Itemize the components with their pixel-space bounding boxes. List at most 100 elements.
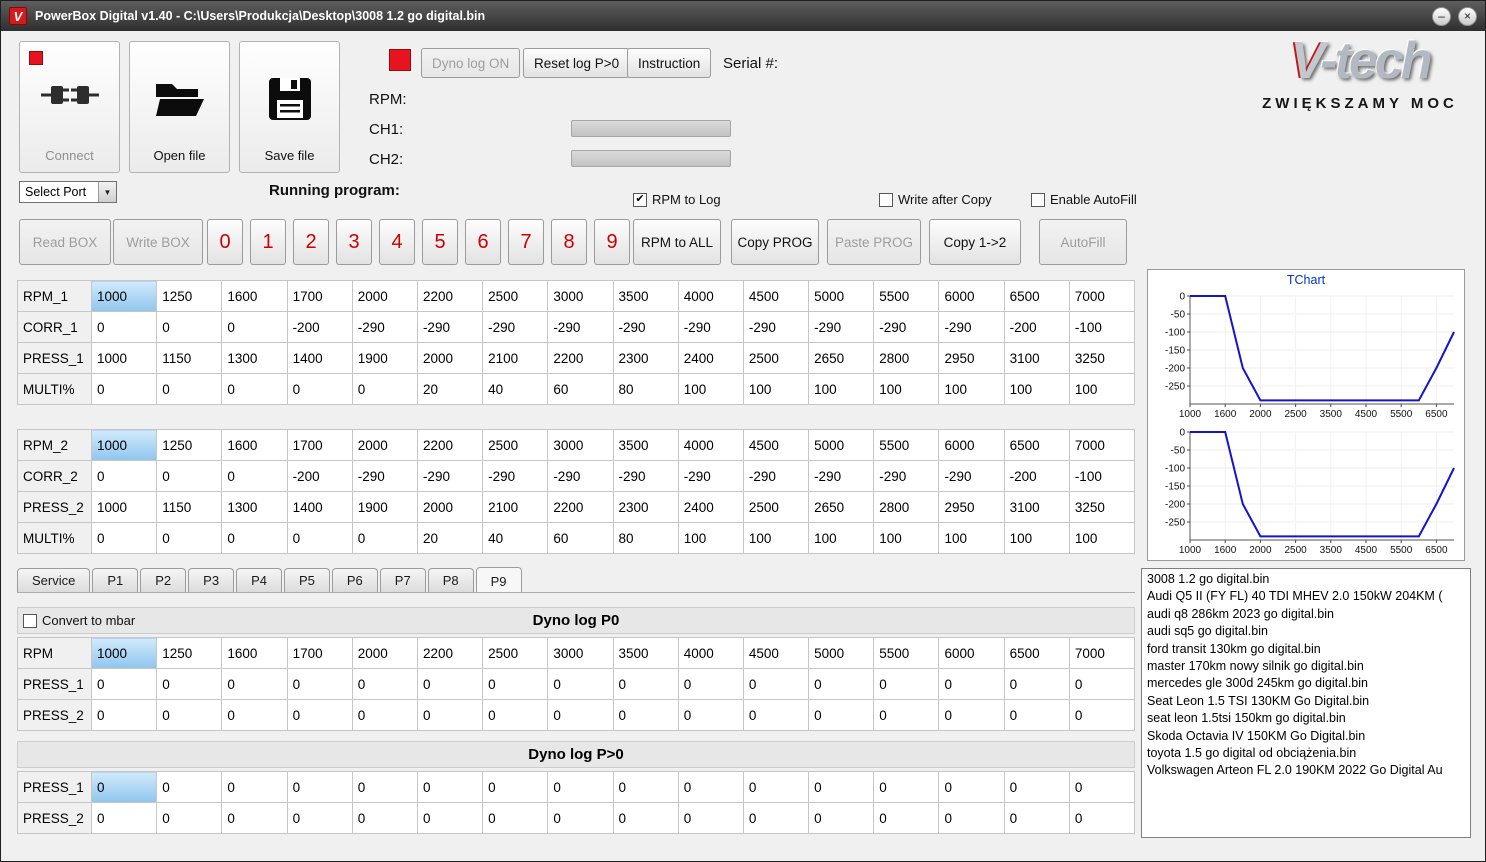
grid-cell[interactable]: 7000	[1068, 637, 1136, 669]
tab-p8[interactable]: P8	[427, 568, 474, 592]
grid-cell[interactable]: 0	[482, 699, 549, 731]
grid-cell[interactable]: -290	[938, 460, 1005, 492]
grid-cell[interactable]: 0	[156, 668, 223, 700]
grid-cell[interactable]: 0	[156, 699, 223, 731]
grid-cell[interactable]: 1000	[90, 637, 158, 669]
grid-cell[interactable]: 0	[90, 771, 158, 803]
file-list-item[interactable]: mercedes gle 300d 245km go digital.bin	[1147, 675, 1470, 692]
file-list-item[interactable]: Audi Q5 II (FY FL) 40 TDI MHEV 2.0 150kW…	[1147, 588, 1470, 605]
grid-cell[interactable]: -200	[1003, 311, 1070, 343]
grid-cell[interactable]: 1400	[286, 342, 353, 374]
file-list-item[interactable]: toyota 1.5 go digital od obciążenia.bin	[1147, 745, 1470, 762]
grid-cell[interactable]: -290	[677, 460, 744, 492]
grid-cell[interactable]: 5500	[873, 637, 940, 669]
grid-cell[interactable]: 0	[351, 771, 418, 803]
grid-cell[interactable]: -290	[482, 311, 549, 343]
grid-cell[interactable]: 2000	[351, 280, 418, 312]
grid-cell[interactable]: 0	[742, 802, 810, 834]
grid-cell[interactable]: 1250	[156, 637, 223, 669]
grid-cell[interactable]: 100	[1068, 522, 1136, 554]
grid-cell[interactable]: -100	[1068, 311, 1136, 343]
read-box-button[interactable]: Read BOX	[19, 219, 111, 265]
grid-cell[interactable]: -290	[873, 460, 940, 492]
grid-cell[interactable]: 0	[612, 668, 679, 700]
grid-cell[interactable]: 4500	[742, 637, 810, 669]
grid-cell[interactable]: 0	[1068, 771, 1136, 803]
grid-cell[interactable]: 0	[547, 771, 614, 803]
grid-cell[interactable]: 20	[416, 522, 484, 554]
grid-cell[interactable]: 0	[156, 802, 223, 834]
grid-cell[interactable]: 0	[221, 311, 288, 343]
grid-cell[interactable]: 2200	[416, 280, 484, 312]
instruction-button[interactable]: Instruction	[627, 48, 712, 78]
grid-cell[interactable]: 1250	[156, 429, 223, 461]
grid-cell[interactable]: 0	[416, 668, 484, 700]
grid-cell[interactable]: 100	[1068, 373, 1136, 405]
grid-cell[interactable]: 0	[90, 668, 158, 700]
grid-cell[interactable]: -290	[938, 311, 1005, 343]
grid-cell[interactable]: 0	[221, 771, 288, 803]
grid-cell[interactable]: 100	[742, 373, 810, 405]
grid-cell[interactable]: 1700	[286, 280, 353, 312]
grid-cell[interactable]: 0	[156, 311, 223, 343]
write-after-copy-checkbox[interactable]: Write after Copy	[879, 192, 992, 207]
grid-cell[interactable]: 0	[1003, 668, 1070, 700]
select-port-dropdown[interactable]: Select Port ▼	[19, 181, 117, 203]
grid-cell[interactable]: 2650	[808, 342, 875, 374]
open-file-button[interactable]: Open file	[129, 41, 230, 173]
digit-button-5[interactable]: 5	[422, 219, 458, 265]
grid-cell[interactable]: 2800	[873, 342, 940, 374]
grid-cell[interactable]: 2500	[482, 637, 549, 669]
grid-cell[interactable]: 0	[808, 668, 875, 700]
copy-1-to-2-button[interactable]: Copy 1->2	[929, 219, 1021, 265]
convert-to-mbar-checkbox[interactable]: Convert to mbar	[23, 613, 135, 628]
grid-cell[interactable]: 0	[677, 802, 744, 834]
grid-cell[interactable]: 0	[90, 802, 158, 834]
grid-cell[interactable]: 1000	[90, 342, 158, 374]
grid-cell[interactable]: 0	[351, 802, 418, 834]
grid-cell[interactable]: 6000	[938, 280, 1005, 312]
grid-cell[interactable]: 0	[156, 460, 223, 492]
grid-cell[interactable]: 0	[286, 373, 353, 405]
grid-cell[interactable]: 0	[938, 699, 1005, 731]
grid-cell[interactable]: 6500	[1003, 280, 1070, 312]
tab-p6[interactable]: P6	[331, 568, 378, 592]
grid-cell[interactable]: -290	[742, 460, 810, 492]
grid-cell[interactable]: 0	[808, 771, 875, 803]
grid-cell[interactable]: 100	[873, 373, 940, 405]
grid-cell[interactable]: 0	[677, 771, 744, 803]
grid-cell[interactable]: 2100	[482, 342, 549, 374]
grid-cell[interactable]: -290	[873, 311, 940, 343]
grid-cell[interactable]: 4500	[742, 429, 810, 461]
grid-cell[interactable]: -200	[286, 460, 353, 492]
grid-cell[interactable]: 2000	[351, 637, 418, 669]
grid-cell[interactable]: 0	[612, 802, 679, 834]
tab-p9[interactable]: P9	[475, 567, 522, 593]
digit-button-4[interactable]: 4	[379, 219, 415, 265]
grid-cell[interactable]: -290	[742, 311, 810, 343]
grid-cell[interactable]: 2800	[873, 491, 940, 523]
grid-cell[interactable]: 1250	[156, 280, 223, 312]
grid-cell[interactable]: 6500	[1003, 429, 1070, 461]
grid-cell[interactable]: -200	[286, 311, 353, 343]
grid-cell[interactable]: 0	[677, 668, 744, 700]
grid-cell[interactable]: 0	[221, 802, 288, 834]
rpm-to-log-checkbox[interactable]: ✔ RPM to Log	[633, 192, 721, 207]
grid-cell[interactable]: 0	[1068, 668, 1136, 700]
grid-cell[interactable]: 0	[1003, 699, 1070, 731]
grid-cell[interactable]: 4000	[677, 280, 744, 312]
grid-cell[interactable]: 2950	[938, 491, 1005, 523]
grid-cell[interactable]: 0	[482, 771, 549, 803]
grid-cell[interactable]: 20	[416, 373, 484, 405]
grid-cell[interactable]: -290	[808, 311, 875, 343]
grid-cell[interactable]: 0	[808, 802, 875, 834]
grid-cell[interactable]: 1600	[221, 637, 288, 669]
file-list[interactable]: 3008 1.2 go digital.bin Audi Q5 II (FY FL…	[1141, 568, 1471, 838]
file-list-item[interactable]: master 170km nowy silnik go digital.bin	[1147, 658, 1470, 675]
grid-cell[interactable]: -290	[547, 311, 614, 343]
grid-cell[interactable]: 2300	[612, 342, 679, 374]
digit-button-8[interactable]: 8	[551, 219, 587, 265]
grid-cell[interactable]: 2500	[742, 491, 810, 523]
grid-cell[interactable]: -290	[547, 460, 614, 492]
grid-cell[interactable]: 100	[1003, 522, 1070, 554]
